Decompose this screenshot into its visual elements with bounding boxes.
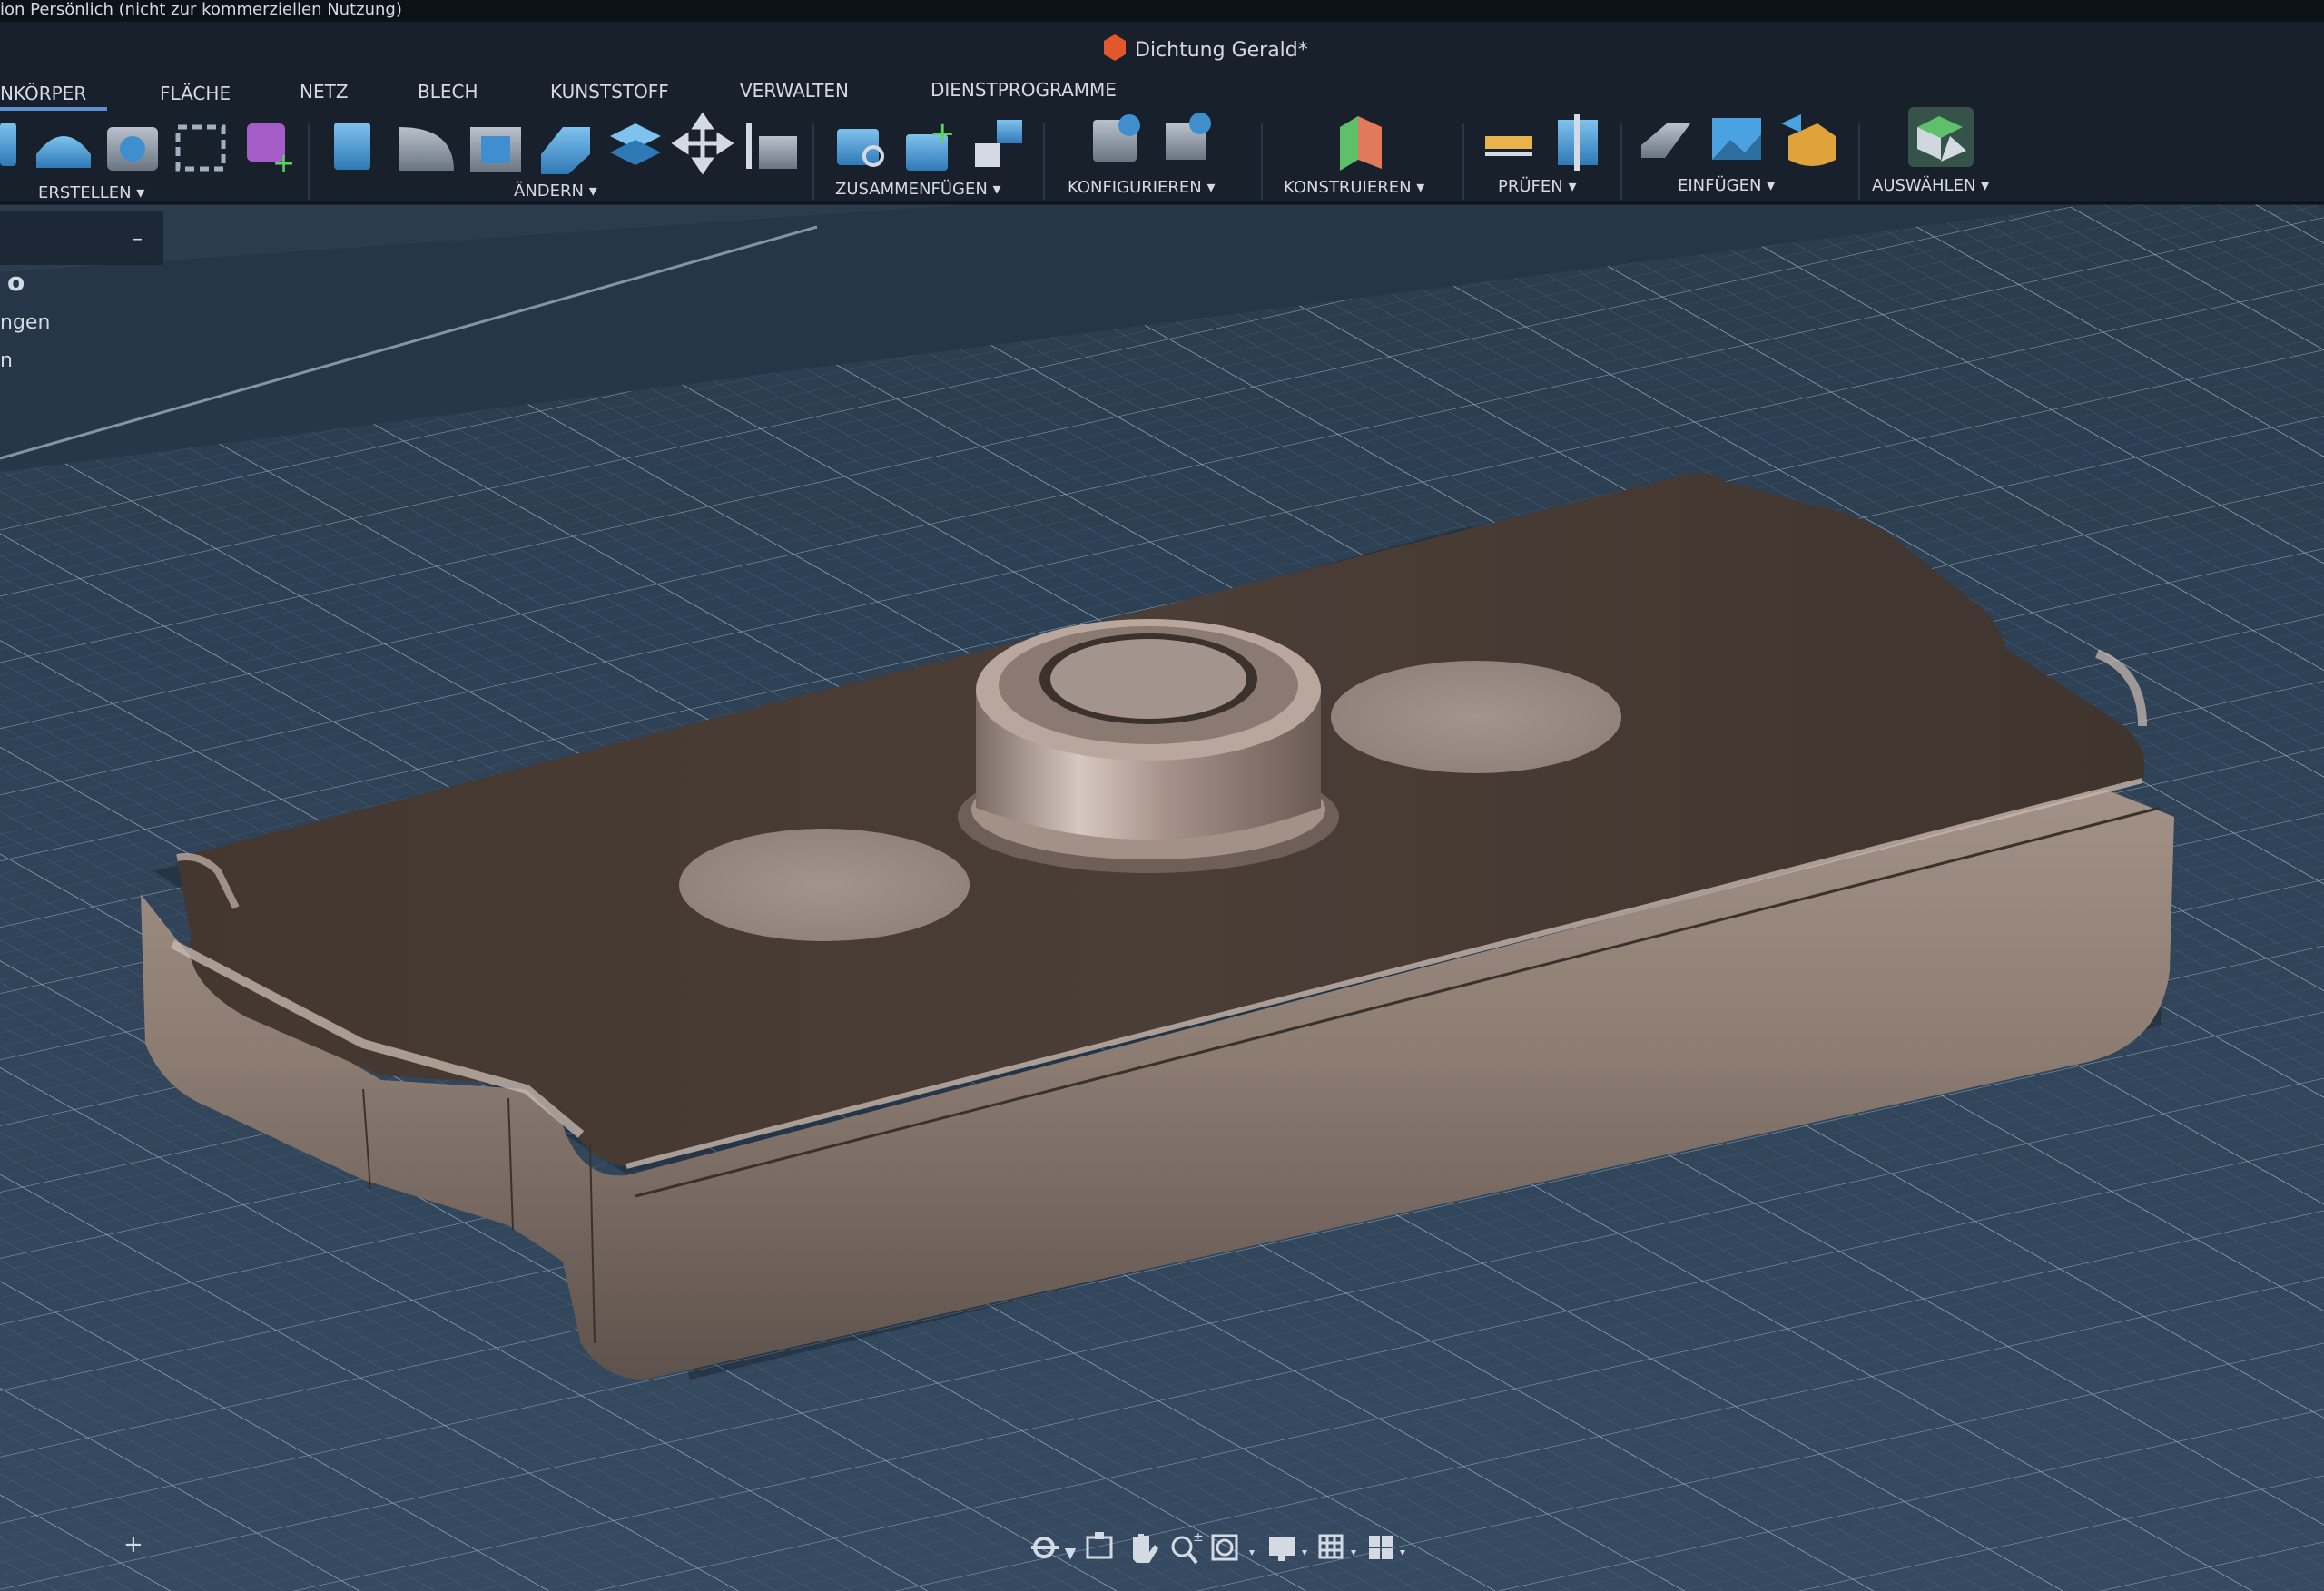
select-icon[interactable]: [1908, 107, 1974, 167]
group-pruefen[interactable]: PRÜFEN ▾: [1498, 176, 1576, 196]
tab-netz[interactable]: NETZ: [300, 81, 349, 103]
svg-text:±: ±: [1193, 1530, 1204, 1545]
press-pull-icon[interactable]: [334, 123, 370, 170]
joint-icon[interactable]: [837, 129, 884, 167]
tab-flaeche[interactable]: FLÄCHE: [160, 83, 231, 104]
group-erstellen[interactable]: ERSTELLEN ▾: [38, 183, 144, 202]
center-boss[interactable]: [958, 619, 1339, 873]
shell-icon[interactable]: [470, 127, 521, 172]
document-title[interactable]: Dichtung Gerald*: [1104, 34, 1308, 62]
group-zusammenfuegen[interactable]: ZUSAMMENFÜGEN ▾: [835, 179, 1001, 199]
extrude-icon[interactable]: [0, 123, 16, 166]
svg-text:+: +: [272, 148, 295, 180]
tab-kunststoff[interactable]: KUNSTSTOFF: [550, 81, 669, 103]
document-title-text: Dichtung Gerald*: [1135, 39, 1308, 62]
right-hole[interactable]: [1331, 661, 1621, 773]
canvas-icon[interactable]: [1712, 118, 1761, 160]
tab-koerper[interactable]: NKÖRPER: [0, 83, 86, 104]
browser-collapse-button[interactable]: –: [133, 228, 143, 250]
section-icon[interactable]: [1558, 114, 1598, 171]
browser-item-0[interactable]: ngen: [0, 311, 50, 334]
tab-blech[interactable]: BLECH: [418, 81, 478, 103]
group-konfigurieren[interactable]: KONFIGURIEREN ▾: [1068, 178, 1216, 197]
browser-visibility-radio[interactable]: o: [7, 267, 25, 297]
add-button[interactable]: +: [123, 1531, 143, 1558]
measure-icon[interactable]: [1485, 136, 1532, 156]
browser-item-1[interactable]: n: [0, 349, 13, 372]
group-auswaehlen[interactable]: AUSWÄHLEN ▾: [1872, 176, 1989, 195]
group-aendern[interactable]: ÄNDERN ▾: [514, 182, 597, 201]
group-einfuegen[interactable]: EINFÜGEN ▾: [1678, 175, 1775, 195]
parameters-icon[interactable]: [1093, 114, 1140, 162]
tab-active-underline: [0, 107, 107, 111]
svg-text:+: +: [930, 115, 956, 152]
box-icon[interactable]: [107, 127, 158, 171]
tab-dienstprogramme[interactable]: DIENSTPROGRAMME: [931, 79, 1117, 101]
license-banner: ion Persönlich (nicht zur kommerziellen …: [0, 0, 402, 19]
tab-verwalten[interactable]: VERWALTEN: [740, 80, 849, 102]
group-konstruieren[interactable]: KONSTRUIEREN ▾: [1284, 178, 1424, 197]
fusion-app-window: ion Persönlich (nicht zur kommerziellen …: [0, 0, 2324, 1591]
left-hole[interactable]: [679, 829, 970, 941]
